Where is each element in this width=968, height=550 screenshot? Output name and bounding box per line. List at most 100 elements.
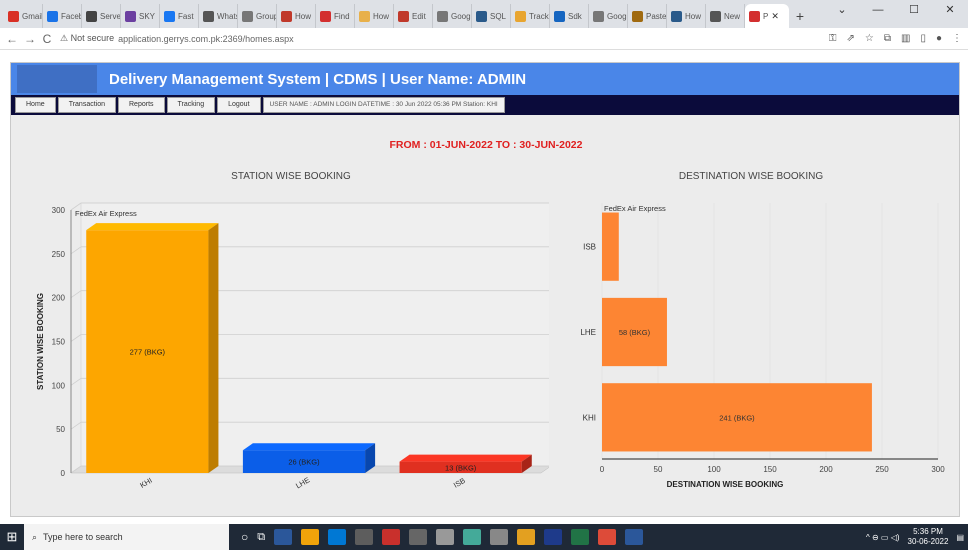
active-tab[interactable]: P ✕ [745,4,789,28]
browser-tab[interactable]: Server [82,4,121,28]
tab-close-icon[interactable]: ✕ [771,11,779,22]
active-tab-favicon-icon [749,10,760,22]
reload-icon[interactable]: C [42,32,52,46]
taskbar-app-icon[interactable] [463,529,482,545]
tab-label: Facebook [61,11,81,21]
clock-date: 30-06-2022 [907,537,949,546]
extensions-icon[interactable]: ⧉ [884,33,891,44]
gridline-depth [70,290,82,298]
profile-avatar-icon[interactable]: ● [936,33,942,44]
date-range: FROM : 01-JUN-2022 TO : 30-JUN-2022 [389,139,583,151]
y-tick-label: 50 [56,425,65,434]
browser-tab[interactable]: How [667,4,706,28]
star-icon[interactable]: ☆ [865,33,874,44]
data-label: 58 (BKG) [619,328,651,337]
maximize-icon[interactable]: ☐ [896,0,932,22]
browser-tab[interactable]: Group [238,4,277,28]
browser-tab[interactable]: Paste [628,4,667,28]
pinned-apps: ○ ⧉ [241,529,644,545]
x-tick-label: 200 [819,465,833,474]
browser-tab[interactable]: Track [511,4,550,28]
x-tick-label: 250 [875,465,889,474]
y-tick-label: 150 [52,338,66,347]
browser-tab[interactable]: WhatsApp [199,4,238,28]
bar [602,212,619,281]
browser-tab[interactable]: SQL [472,4,511,28]
tab-label: Paste [646,11,667,21]
browser-tab[interactable]: New [706,4,745,28]
browser-tab[interactable]: Gmail [4,4,43,28]
close-window-icon[interactable]: ✕ [932,0,968,22]
tab-favicon-icon [164,10,175,22]
taskbar-app-icon[interactable] [382,529,401,545]
menu-reports[interactable]: Reports [118,97,165,113]
taskbar-app-icon[interactable] [274,529,293,545]
taskbar-app-icon[interactable] [355,529,374,545]
taskbar-app-icon[interactable] [571,529,590,545]
tab-label: Group [256,11,277,21]
cortana-icon[interactable]: ○ [241,530,248,544]
back-icon[interactable]: ← [6,32,18,46]
y-tick-label: ISB [583,243,596,252]
taskbar-app-icon[interactable] [436,529,455,545]
start-button[interactable]: ⊞ [0,529,24,545]
taskbar-app-icon[interactable] [598,529,617,545]
notifications-icon[interactable]: ▤ [956,533,964,542]
tab-label: How [373,11,390,21]
browser-tab[interactable]: SKY [121,4,160,28]
menu-tracking[interactable]: Tracking [166,97,216,113]
minimize-icon[interactable]: ⌄ [824,0,860,22]
destination-wise-chart: 0 50 100 150 200 250 300 DESTINATION WISE BOOKI… [580,203,945,489]
x-tick-label: 300 [931,465,945,474]
browser-tab-bar: Gmail Facebook Server SKY Fast WhatsApp Group H… [0,0,968,28]
gridline-depth [70,246,82,255]
taskbar-search[interactable]: ⌕ Type here to search [24,524,229,550]
search-placeholder: Type here to search [43,532,123,542]
tab-favicon-icon [476,10,487,22]
browser-tab[interactable]: How [355,4,394,28]
taskbar-app-icon[interactable] [517,529,536,545]
reading-list-icon[interactable]: ▥ [901,33,910,44]
key-icon[interactable]: ⚿ [829,33,837,44]
menu-logout[interactable]: Logout [217,97,261,113]
browser-tab[interactable]: Fast [160,4,199,28]
browser-tab[interactable]: Sdk [550,4,589,28]
restore-icon[interactable]: — [860,0,896,22]
x-tick-label: 50 [654,465,663,474]
tab-favicon-icon [8,10,19,22]
window-controls: ⌄ — ☐ ✕ [824,0,968,22]
browser-tab[interactable]: Facebook [43,4,82,28]
task-view-icon[interactable]: ⧉ [257,531,265,544]
browser-tab[interactable]: Google [433,4,472,28]
active-tab-label: P [763,11,769,21]
clock[interactable]: 5:36 PM 30-06-2022 [908,527,949,547]
tab-label: Track [529,11,549,21]
not-secure-indicator[interactable]: ⚠ Not secure [60,33,114,44]
forward-icon[interactable]: → [24,32,36,46]
taskbar-app-icon[interactable] [625,529,644,545]
browser-tab[interactable]: How [277,4,316,28]
taskbar-app-icon[interactable] [328,529,347,545]
browser-tab[interactable]: Edit [394,4,433,28]
tab-favicon-icon [203,10,214,22]
url-field[interactable]: ⚠ Not secure application.gerrys.com.pk:2… [60,33,821,44]
taskbar-app-icon[interactable] [544,529,563,545]
tray-icons[interactable]: ^ ⊖ ▭ ◁) [866,533,900,542]
tab-label: Sdk [568,11,582,21]
menu-kebab-icon[interactable]: ⋮ [952,33,962,44]
browser-tab[interactable]: Google [589,4,628,28]
taskbar-app-icon[interactable] [490,529,509,545]
y-tick-label: KHI [583,413,596,422]
menu-transaction[interactable]: Transaction [57,97,116,113]
taskbar-app-icon[interactable] [301,529,320,545]
taskbar-app-icon[interactable] [409,529,428,545]
browser-tab[interactable]: Find [316,4,355,28]
new-tab-button[interactable]: + [789,4,811,28]
tab-label: How [295,11,312,21]
x-axis-label: DESTINATION WISE BOOKING [667,480,784,489]
y-tick-label: 0 [61,469,66,478]
share-icon[interactable]: ⇗ [846,33,854,44]
tab-favicon-icon [632,10,643,22]
menu-home[interactable]: Home [15,97,56,113]
sidebar-icon[interactable]: ▯ [920,33,926,44]
